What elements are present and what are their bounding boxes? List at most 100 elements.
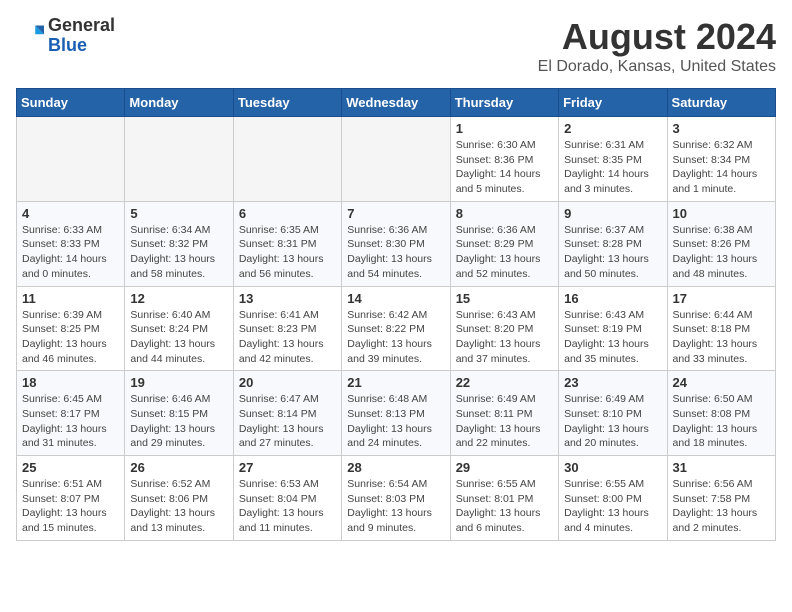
day-info: Sunrise: 6:36 AMSunset: 8:30 PMDaylight:…	[347, 223, 444, 282]
day-info: Sunrise: 6:51 AMSunset: 8:07 PMDaylight:…	[22, 477, 119, 536]
day-info: Sunrise: 6:43 AMSunset: 8:20 PMDaylight:…	[456, 308, 553, 367]
day-info: Sunrise: 6:48 AMSunset: 8:13 PMDaylight:…	[347, 392, 444, 451]
header: General Blue August 2024 El Dorado, Kans…	[16, 16, 776, 76]
day-info: Sunrise: 6:53 AMSunset: 8:04 PMDaylight:…	[239, 477, 336, 536]
day-cell: 29 Sunrise: 6:55 AMSunset: 8:01 PMDayligh…	[450, 456, 558, 541]
day-info: Sunrise: 6:42 AMSunset: 8:22 PMDaylight:…	[347, 308, 444, 367]
day-info: Sunrise: 6:50 AMSunset: 8:08 PMDaylight:…	[673, 392, 770, 451]
day-number: 24	[673, 375, 770, 390]
day-number: 4	[22, 206, 119, 221]
day-info: Sunrise: 6:35 AMSunset: 8:31 PMDaylight:…	[239, 223, 336, 282]
day-cell: 7Sunrise: 6:36 AMSunset: 8:30 PMDaylight…	[342, 201, 450, 286]
day-cell: 3 Sunrise: 6:32 AMSunset: 8:34 PMDaylight…	[667, 117, 775, 202]
day-cell: 1 Sunrise: 6:30 AMSunset: 8:36 PMDaylight…	[450, 117, 558, 202]
day-number: 6	[239, 206, 336, 221]
day-info: Sunrise: 6:30 AMSunset: 8:36 PMDaylight:…	[456, 138, 553, 197]
day-number: 13	[239, 291, 336, 306]
day-cell	[342, 117, 450, 202]
day-number: 30	[564, 460, 661, 475]
day-number: 20	[239, 375, 336, 390]
day-number: 9	[564, 206, 661, 221]
day-cell	[125, 117, 233, 202]
day-number: 5	[130, 206, 227, 221]
weekday-header-saturday: Saturday	[667, 89, 775, 117]
week-row-3: 11Sunrise: 6:39 AMSunset: 8:25 PMDayligh…	[17, 286, 776, 371]
day-info: Sunrise: 6:39 AMSunset: 8:25 PMDaylight:…	[22, 308, 119, 367]
day-number: 1	[456, 121, 553, 136]
day-number: 3	[673, 121, 770, 136]
day-info: Sunrise: 6:54 AMSunset: 8:03 PMDaylight:…	[347, 477, 444, 536]
day-info: Sunrise: 6:36 AMSunset: 8:29 PMDaylight:…	[456, 223, 553, 282]
day-number: 17	[673, 291, 770, 306]
week-row-5: 25 Sunrise: 6:51 AMSunset: 8:07 PMDayligh…	[17, 456, 776, 541]
day-info: Sunrise: 6:43 AMSunset: 8:19 PMDaylight:…	[564, 308, 661, 367]
day-number: 28	[347, 460, 444, 475]
weekday-header-wednesday: Wednesday	[342, 89, 450, 117]
day-cell: 23 Sunrise: 6:49 AMSunset: 8:10 PMDayligh…	[559, 371, 667, 456]
weekday-header-monday: Monday	[125, 89, 233, 117]
day-cell: 26 Sunrise: 6:52 AMSunset: 8:06 PMDayligh…	[125, 456, 233, 541]
weekday-header-thursday: Thursday	[450, 89, 558, 117]
day-cell: 18Sunrise: 6:45 AMSunset: 8:17 PMDayligh…	[17, 371, 125, 456]
day-cell: 19Sunrise: 6:46 AMSunset: 8:15 PMDayligh…	[125, 371, 233, 456]
day-number: 25	[22, 460, 119, 475]
day-number: 21	[347, 375, 444, 390]
day-number: 14	[347, 291, 444, 306]
logo: General Blue	[16, 16, 115, 56]
day-cell: 20 Sunrise: 6:47 AMSunset: 8:14 PMDayligh…	[233, 371, 341, 456]
day-info: Sunrise: 6:56 AMSunset: 7:58 PMDaylight:…	[673, 477, 770, 536]
day-info: Sunrise: 6:44 AMSunset: 8:18 PMDaylight:…	[673, 308, 770, 367]
day-number: 22	[456, 375, 553, 390]
day-cell: 4 Sunrise: 6:33 AMSunset: 8:33 PMDaylight…	[17, 201, 125, 286]
day-cell	[233, 117, 341, 202]
day-cell: 13 Sunrise: 6:41 AMSunset: 8:23 PMDayligh…	[233, 286, 341, 371]
day-number: 2	[564, 121, 661, 136]
day-cell: 10 Sunrise: 6:38 AMSunset: 8:26 PMDayligh…	[667, 201, 775, 286]
day-number: 12	[130, 291, 227, 306]
day-number: 23	[564, 375, 661, 390]
calendar-title: August 2024	[538, 16, 776, 58]
day-info: Sunrise: 6:46 AMSunset: 8:15 PMDaylight:…	[130, 392, 227, 451]
day-cell: 24 Sunrise: 6:50 AMSunset: 8:08 PMDayligh…	[667, 371, 775, 456]
day-info: Sunrise: 6:55 AMSunset: 8:00 PMDaylight:…	[564, 477, 661, 536]
day-number: 8	[456, 206, 553, 221]
day-info: Sunrise: 6:37 AMSunset: 8:28 PMDaylight:…	[564, 223, 661, 282]
day-cell: 6 Sunrise: 6:35 AMSunset: 8:31 PMDaylight…	[233, 201, 341, 286]
day-cell: 14 Sunrise: 6:42 AMSunset: 8:22 PMDayligh…	[342, 286, 450, 371]
day-info: Sunrise: 6:47 AMSunset: 8:14 PMDaylight:…	[239, 392, 336, 451]
day-number: 10	[673, 206, 770, 221]
day-info: Sunrise: 6:52 AMSunset: 8:06 PMDaylight:…	[130, 477, 227, 536]
day-number: 26	[130, 460, 227, 475]
day-cell: 5Sunrise: 6:34 AMSunset: 8:32 PMDaylight…	[125, 201, 233, 286]
day-cell: 27 Sunrise: 6:53 AMSunset: 8:04 PMDayligh…	[233, 456, 341, 541]
day-info: Sunrise: 6:55 AMSunset: 8:01 PMDaylight:…	[456, 477, 553, 536]
day-cell: 9 Sunrise: 6:37 AMSunset: 8:28 PMDaylight…	[559, 201, 667, 286]
weekday-header-sunday: Sunday	[17, 89, 125, 117]
day-cell: 25 Sunrise: 6:51 AMSunset: 8:07 PMDayligh…	[17, 456, 125, 541]
day-number: 27	[239, 460, 336, 475]
day-number: 29	[456, 460, 553, 475]
day-info: Sunrise: 6:41 AMSunset: 8:23 PMDaylight:…	[239, 308, 336, 367]
day-info: Sunrise: 6:38 AMSunset: 8:26 PMDaylight:…	[673, 223, 770, 282]
day-cell: 15Sunrise: 6:43 AMSunset: 8:20 PMDayligh…	[450, 286, 558, 371]
week-row-1: 1 Sunrise: 6:30 AMSunset: 8:36 PMDaylight…	[17, 117, 776, 202]
day-info: Sunrise: 6:33 AMSunset: 8:33 PMDaylight:…	[22, 223, 119, 282]
logo-icon	[16, 22, 44, 50]
day-info: Sunrise: 6:49 AMSunset: 8:11 PMDaylight:…	[456, 392, 553, 451]
day-cell: 31 Sunrise: 6:56 AMSunset: 7:58 PMDayligh…	[667, 456, 775, 541]
day-cell: 8 Sunrise: 6:36 AMSunset: 8:29 PMDaylight…	[450, 201, 558, 286]
day-number: 31	[673, 460, 770, 475]
logo-text: General Blue	[48, 16, 115, 56]
day-cell: 30 Sunrise: 6:55 AMSunset: 8:00 PMDayligh…	[559, 456, 667, 541]
day-info: Sunrise: 6:49 AMSunset: 8:10 PMDaylight:…	[564, 392, 661, 451]
day-cell	[17, 117, 125, 202]
day-cell: 16Sunrise: 6:43 AMSunset: 8:19 PMDayligh…	[559, 286, 667, 371]
day-cell: 2Sunrise: 6:31 AMSunset: 8:35 PMDaylight…	[559, 117, 667, 202]
day-info: Sunrise: 6:40 AMSunset: 8:24 PMDaylight:…	[130, 308, 227, 367]
day-info: Sunrise: 6:32 AMSunset: 8:34 PMDaylight:…	[673, 138, 770, 197]
weekday-header-tuesday: Tuesday	[233, 89, 341, 117]
calendar-header: SundayMondayTuesdayWednesdayThursdayFrid…	[17, 89, 776, 117]
weekday-row: SundayMondayTuesdayWednesdayThursdayFrid…	[17, 89, 776, 117]
calendar-subtitle: El Dorado, Kansas, United States	[538, 58, 776, 76]
day-cell: 11Sunrise: 6:39 AMSunset: 8:25 PMDayligh…	[17, 286, 125, 371]
